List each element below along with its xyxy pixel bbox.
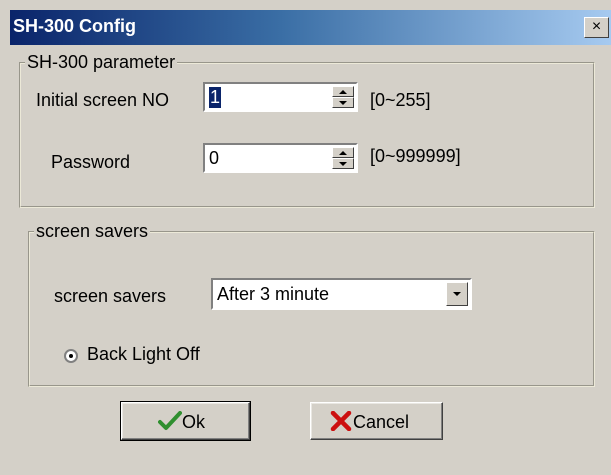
x-mark-icon: [330, 411, 352, 431]
initial-screen-label: Initial screen NO: [36, 90, 170, 110]
initial-screen-decrement-button[interactable]: [332, 97, 354, 108]
checkmark-icon: [158, 411, 182, 430]
arrow-up-icon: [339, 151, 347, 155]
screen-saver-dropdown-button[interactable]: [446, 282, 468, 306]
arrow-down-icon: [339, 101, 347, 105]
arrow-up-icon: [339, 90, 347, 94]
password-label: Password: [51, 152, 131, 172]
password-spinner[interactable]: 0: [203, 143, 358, 173]
cancel-button-label: Cancel: [353, 412, 410, 432]
parameter-group: SH-300 parameter: [19, 52, 595, 208]
parameter-group-title: SH-300 parameter: [27, 52, 176, 72]
password-decrement-button[interactable]: [332, 158, 354, 169]
backlight-off-radio[interactable]: [64, 349, 78, 363]
initial-screen-increment-button[interactable]: [332, 86, 354, 97]
initial-screen-spin-buttons: [332, 86, 354, 108]
screen-saver-label: screen savers: [54, 286, 167, 306]
password-value[interactable]: 0: [209, 148, 219, 169]
arrow-down-icon: [339, 162, 347, 166]
close-icon: ×: [591, 18, 602, 35]
screen-saver-selected: After 3 minute: [217, 284, 330, 304]
ok-button[interactable]: Ok: [120, 401, 251, 441]
window-title: SH-300 Config: [13, 16, 137, 36]
close-button[interactable]: ×: [584, 17, 609, 38]
screen-saver-group-title: screen savers: [36, 221, 149, 241]
initial-screen-spinner[interactable]: 1: [203, 82, 358, 112]
password-range: [0~999999]: [370, 146, 461, 166]
chevron-down-icon: [453, 292, 461, 296]
password-increment-button[interactable]: [332, 147, 354, 158]
initial-screen-range: [0~255]: [370, 90, 431, 110]
initial-screen-value[interactable]: 1: [209, 87, 222, 108]
cancel-button[interactable]: Cancel: [310, 402, 443, 440]
password-spin-buttons: [332, 147, 354, 169]
screen-saver-dropdown[interactable]: After 3 minute: [211, 278, 472, 310]
ok-button-label: Ok: [182, 412, 206, 432]
backlight-off-label[interactable]: Back Light Off: [87, 344, 200, 365]
title-bar[interactable]: SH-300 Config ×: [10, 10, 611, 45]
radio-selected-dot: [69, 354, 73, 358]
config-dialog: SH-300 Config × SH-300 parameter Initial…: [0, 0, 611, 475]
dialog-body: SH-300 parameter Initial screen NO 1 [0~…: [10, 45, 611, 475]
